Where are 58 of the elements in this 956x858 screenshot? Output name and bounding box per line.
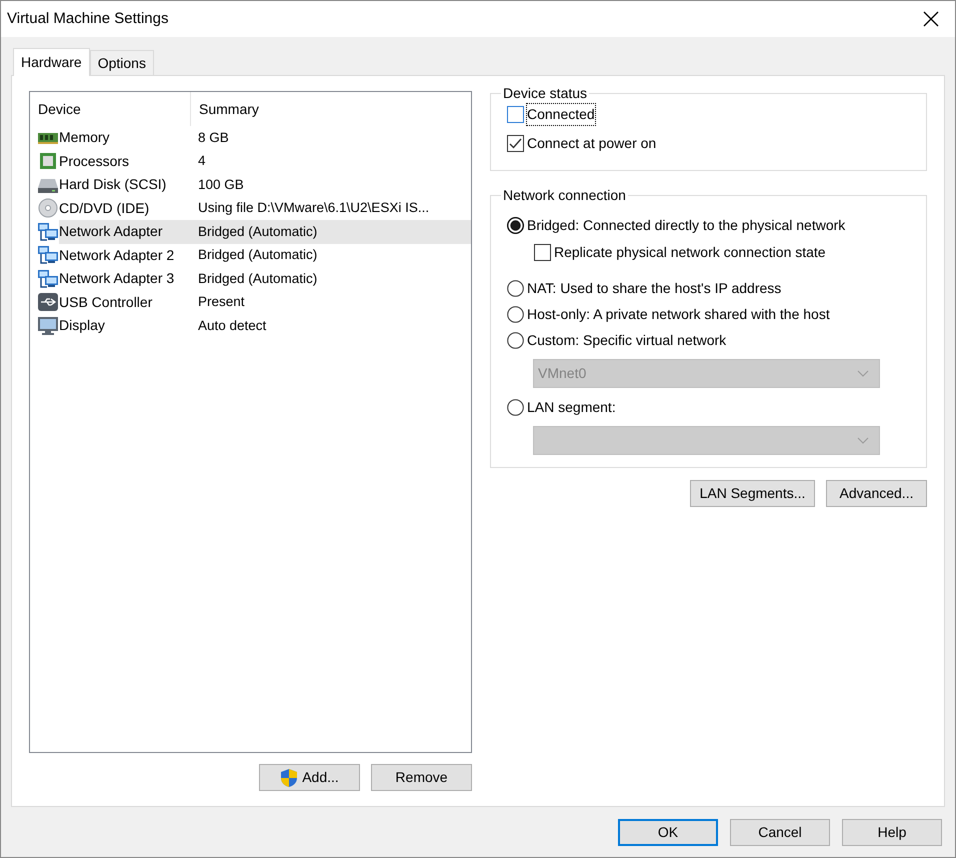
group-title: Device status: [502, 84, 588, 103]
network-icon: [37, 245, 59, 266]
table-cell-text: Auto detect: [198, 316, 266, 335]
close-icon[interactable]: [923, 11, 939, 27]
radio-label: Custom: Specific virtual network: [527, 330, 726, 350]
network-option-button[interactable]: Advanced...: [826, 480, 927, 507]
tab[interactable]: Options: [90, 50, 154, 75]
table-cell-text: Bridged (Automatic): [198, 222, 318, 241]
usb-icon: [37, 292, 59, 312]
checkbox-label: Connected: [527, 104, 595, 125]
window-title: Virtual Machine Settings: [7, 8, 168, 29]
radio-label: Host-only: A private network shared with the host: [527, 304, 830, 324]
radio-label: NAT: Used to share the host's IP address: [527, 278, 782, 298]
network-option-button[interactable]: LAN Segments...: [690, 480, 815, 507]
checkbox-label: Replicate physical network connection state: [554, 243, 826, 262]
checkbox-label: Connect at power on: [527, 134, 656, 153]
checkbox[interactable]: [507, 106, 524, 123]
table-cell-text: Network Adapter: [59, 222, 164, 242]
table-cell-text: Processors: [59, 152, 130, 171]
table-cell-text: 8 GB: [198, 128, 229, 147]
radio-label: Bridged: Connected directly to the physical network: [527, 216, 846, 235]
table-cell-text: Bridged (Automatic): [198, 246, 318, 264]
add-button[interactable]: Add...: [259, 764, 360, 791]
disc-icon: [37, 198, 59, 218]
radio-label: LAN segment:: [527, 398, 616, 417]
table-cell-text: Network Adapter 3: [59, 269, 176, 288]
table-cell-text: CD/DVD (IDE): [59, 198, 150, 218]
table-cell-text: Present: [198, 293, 245, 312]
chevron-down-icon: [857, 437, 869, 444]
chevron-down-icon: [857, 370, 869, 377]
table-cell-text: Using file D:\VMware\6.1\U2\ESXi IS...: [198, 199, 430, 218]
tab[interactable]: Hardware: [13, 48, 90, 76]
monitor-icon: [37, 316, 59, 336]
table-cell-text: 4: [198, 152, 206, 170]
chip-icon: [37, 151, 59, 172]
device-row[interactable]: Network Adapter Bridged (Automatic): [59, 220, 471, 244]
radio-button[interactable]: [507, 398, 524, 416]
table-cell-text: Display: [59, 316, 106, 336]
table-cell-text: Network Adapter 2: [59, 246, 176, 265]
network-icon: [37, 268, 59, 289]
radio-button[interactable]: [507, 280, 524, 296]
network-icon: [37, 222, 59, 242]
table-cell-text: USB Controller: [59, 292, 154, 312]
table-cell-text: Bridged (Automatic): [198, 270, 318, 288]
dialog-button[interactable]: Cancel: [730, 819, 830, 846]
dialog-button[interactable]: OK: [618, 819, 718, 846]
radio-button[interactable]: [507, 332, 524, 348]
checkbox[interactable]: [534, 244, 551, 261]
group-title: Network connection: [502, 186, 627, 205]
radio-button[interactable]: [507, 306, 524, 322]
radio-button[interactable]: [507, 216, 524, 234]
remove-button[interactable]: Remove: [371, 764, 472, 791]
table-cell-text: Memory: [59, 128, 111, 148]
checkbox[interactable]: [507, 135, 524, 152]
column-header[interactable]: Summary: [191, 92, 471, 126]
table-cell-text: Hard Disk (SCSI): [59, 175, 168, 194]
dialog-button[interactable]: Help: [842, 819, 942, 846]
table-cell-text: 100 GB: [198, 176, 244, 194]
